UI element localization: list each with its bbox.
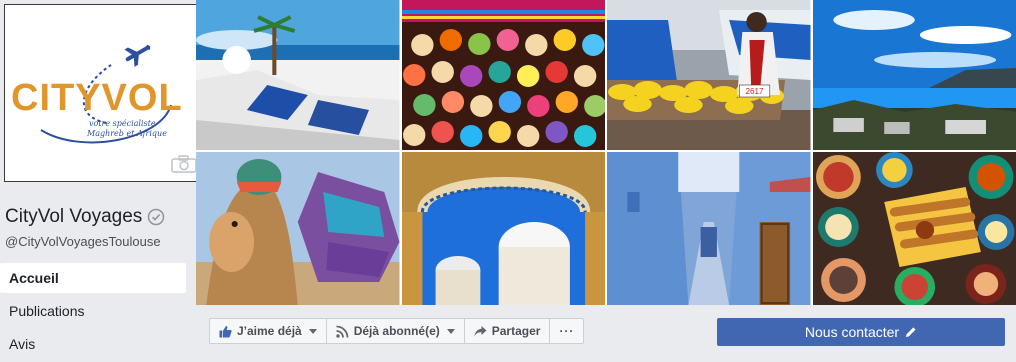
like-button-label: J’aime déjà [237,324,302,338]
logo-tagline-line1: votre spécialiste [89,119,156,128]
share-arrow-icon [474,325,487,338]
cover-photo[interactable]: 2617 [196,0,1016,305]
page-handle[interactable]: @CityVolVoyagesToulouse [5,234,161,250]
share-button-label: Partager [492,324,541,338]
page-name-text: CityVol Voyages [5,206,142,228]
logo-tagline: votre spécialiste Maghreb et Afrique [89,119,189,139]
cover-tile-blue-alley [607,152,811,305]
verified-badge-icon [147,208,165,226]
chevron-down-icon [447,329,455,334]
camera-icon[interactable] [171,155,197,173]
nav-item-avis[interactable]: Avis [0,329,186,359]
banana-cart-sign: 2617 [745,87,764,96]
like-button[interactable]: J’aime déjà [209,318,327,344]
cityvol-logo: CITYVOL votre spécialiste Maghreb et Afr… [11,45,181,155]
page-action-bar: J’aime déjà Déjà abonné(e) Partager ··· [209,318,584,344]
rss-follow-icon [336,325,349,338]
cover-tile-coastal-bay [813,0,1016,150]
cover-tile-village-seaside [196,0,400,150]
cover-tile-banana-cart: 2617 [607,0,811,150]
more-options-icon: ··· [559,324,574,338]
thumbs-up-icon [219,325,232,338]
cover-tile-camel [196,152,400,305]
cover-tile-mosque-arch [402,152,606,305]
logo-tagline-line2: Maghreb et Afrique [87,129,189,139]
nav-item-accueil[interactable]: Accueil [0,263,186,293]
nav-item-publications[interactable]: Publications [0,296,186,326]
profile-picture[interactable]: CITYVOL votre spécialiste Maghreb et Afr… [4,4,210,182]
page-name: CityVol Voyages [5,206,165,228]
more-options-button[interactable]: ··· [549,318,584,344]
follow-button[interactable]: Déjà abonné(e) [326,318,465,344]
follow-button-label: Déjà abonné(e) [354,324,440,338]
cover-tile-sugar-skulls [402,0,606,150]
share-button[interactable]: Partager [464,318,551,344]
cover-tile-food-spread [813,152,1016,305]
chevron-down-icon [309,329,317,334]
logo-brand-text: CITYVOL [11,79,183,117]
contact-us-label: Nous contacter [805,324,899,340]
pencil-icon [905,326,917,338]
contact-us-button[interactable]: Nous contacter [717,318,1005,346]
page-nav: Accueil Publications Avis [0,263,186,362]
